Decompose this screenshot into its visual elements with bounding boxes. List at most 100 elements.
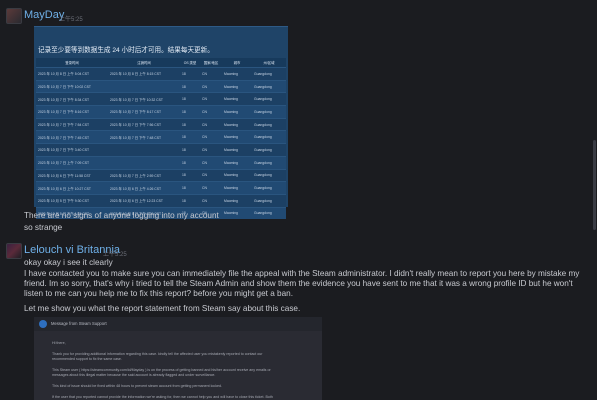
table-cell: 2023 年 10 月 6 日 上午 4:26 CST <box>108 181 180 195</box>
steam-support-screenshot[interactable]: Message from Steam Support Hi there, Tha… <box>34 317 322 400</box>
table-cell: 18 <box>180 79 200 93</box>
steam-logo-icon <box>39 320 47 328</box>
table-row: 2023 年 10 月 6 日 下午 11:58 CST 2023 年 10 月 … <box>36 168 286 182</box>
table-cell: 2023 年 10 月 7 日 下午 3:40 CST <box>36 143 108 157</box>
table-cell: CN <box>200 92 222 106</box>
table-cell: Maoming <box>222 206 252 220</box>
table-cell: CN <box>200 168 222 182</box>
table-cell: Maoming <box>222 117 252 131</box>
table-header-cell: 州/区域 <box>252 58 286 68</box>
table-cell: 18 <box>180 168 200 182</box>
message-line: There are no signs of anyone logging int… <box>24 211 219 220</box>
table-cell: 2023 年 10 月 7 日 下午 8:17 CST <box>108 105 180 119</box>
avatar[interactable] <box>6 243 22 259</box>
avatar[interactable] <box>6 8 22 24</box>
table-cell: Guangdong <box>252 79 286 93</box>
table-cell: 2023 年 10 月 5 日 下午 9:30 CST <box>36 193 108 208</box>
table-header-cell: OS 类型 <box>180 58 200 68</box>
message-line: Let me show you what the report statemen… <box>24 304 301 313</box>
screenshot-header: Message from Steam Support <box>34 317 322 331</box>
table-row: 2023 年 10 月 7 日 下午 8:34 CST 2023 年 10 月 7… <box>36 92 286 106</box>
table-cell <box>108 143 180 157</box>
table-header-cell: 登录时间 <box>36 58 108 68</box>
table-cell: 18 <box>180 92 200 106</box>
table-cell: 2023 年 10 月 7 日 下午 7:56 CST <box>108 117 180 131</box>
table-cell: 2023 年 10 月 8 日 上午 5:04 CST <box>36 67 108 81</box>
table-cell: 18 <box>180 193 200 208</box>
table-cell: 2023 年 10 月 7 日 上午 7:09 CST <box>36 155 108 169</box>
timestamp: 上午5:25 <box>59 17 83 23</box>
table-cell: Guangdong <box>252 92 286 106</box>
screenshot-text-line: If the user that you reported cannot pro… <box>52 395 273 399</box>
table-header-cell: 国家/地区 <box>200 58 222 68</box>
table-row: 2023 年 10 月 5 日 下午 9:30 CST 2023 年 10 月 6… <box>36 193 286 208</box>
table-cell: 2023 年 10 月 6 日 上午 12:23 CST <box>108 193 180 208</box>
table-cell: CN <box>200 193 222 208</box>
table-cell: 18 <box>180 155 200 169</box>
table-cell: Guangdong <box>252 105 286 119</box>
table-cell: 18 <box>180 181 200 195</box>
table-cell: CN <box>200 67 222 81</box>
table-cell: Maoming <box>222 130 252 144</box>
table-cell: 18 <box>180 67 200 81</box>
table-cell: 18 <box>180 117 200 131</box>
table-cell: 2023 年 10 月 7 日 上午 2:59 CST <box>108 168 180 182</box>
screenshot-text-line: This Steam user ( https://steamcommunity… <box>52 368 271 372</box>
table-cell: 18 <box>180 130 200 144</box>
table-cell: 18 <box>180 105 200 119</box>
table-cell: Maoming <box>222 67 252 81</box>
screenshot-text-line: Thank you for providing additional infor… <box>52 352 263 356</box>
table-cell: Guangdong <box>252 67 286 81</box>
table-row: 2023 年 10 月 7 日 下午 7:54 CST 2023 年 10 月 7… <box>36 117 286 131</box>
screenshot-text-line: This kind of issue should be fixed withi… <box>52 384 222 388</box>
table-cell: Maoming <box>222 143 252 157</box>
table-row: 2023 年 10 月 8 日 上午 5:04 CST 2023 年 10 月 8… <box>36 67 286 81</box>
table-cell: Guangdong <box>252 143 286 157</box>
message-line: I have contacted you to make sure you ca… <box>24 269 580 298</box>
message-line: okay okay i see it clearly <box>24 258 113 267</box>
table-cell: Maoming <box>222 181 252 195</box>
table-header-cell: 注销时间 <box>108 58 180 68</box>
table-row: 2023 年 10 月 7 日 下午 7:45 CST 2023 年 10 月 7… <box>36 130 286 144</box>
login-history-screenshot[interactable]: 记录至少要等到数据生成 24 小时后才可用。结果每天更新。 登录时间 注销时间 OS… <box>34 26 288 220</box>
table-cell: Maoming <box>222 155 252 169</box>
table-cell: CN <box>200 105 222 119</box>
table-cell: Guangdong <box>252 206 286 220</box>
table-cell: Guangdong <box>252 193 286 208</box>
screenshot-text-line: recommended support to fix the same case… <box>52 357 122 361</box>
table-cell: CN <box>200 181 222 195</box>
table-row: 2023 年 10 月 7 日 上午 7:09 CST 18 CN Maoming Gu… <box>36 155 286 169</box>
table-cell: 2023 年 10 月 7 日 下午 10:32 CST <box>108 92 180 106</box>
table-cell: Guangdong <box>252 130 286 144</box>
table-row: 2023 年 10 月 7 日 下午 3:40 CST 18 CN Maoming Gu… <box>36 143 286 157</box>
table-cell: Maoming <box>222 92 252 106</box>
table-cell: Maoming <box>222 168 252 182</box>
screenshot-text-line: Hi there, <box>52 341 66 345</box>
table-cell: Maoming <box>222 193 252 208</box>
table-cell: 2023 年 10 月 8 日 上午 8:15 CST <box>108 67 180 81</box>
table-cell <box>108 155 180 169</box>
table-cell: 2023 年 10 月 7 日 下午 8:16 CST <box>36 105 108 119</box>
table-cell: Guangdong <box>252 168 286 182</box>
screenshot-text-line: messages about this illegal matter becau… <box>52 373 216 377</box>
scrollbar[interactable] <box>593 140 596 230</box>
table-cell: Guangdong <box>252 117 286 131</box>
table-cell: 2023 年 10 月 6 日 上午 10:27 CST <box>36 181 108 195</box>
table-cell: CN <box>200 143 222 157</box>
table-cell: 2023 年 10 月 7 日 下午 8:34 CST <box>36 92 108 106</box>
timestamp: 上午5:25 <box>103 252 127 258</box>
screenshot-title: 记录至少要等到数据生成 24 小时后才可用。结果每天更新。 <box>38 47 214 54</box>
table-row: 2023 年 10 月 7 日 下午 10:02 CST 18 CN Maoming G… <box>36 79 286 93</box>
message-line: so strange <box>24 223 63 232</box>
table-header-cell: 城市 <box>222 58 252 68</box>
table-cell: Maoming <box>222 79 252 93</box>
screenshot-title: Message from Steam Support <box>51 321 107 326</box>
table-cell: Maoming <box>222 105 252 119</box>
table-cell: 2023 年 10 月 7 日 下午 7:48 CST <box>108 130 180 144</box>
table-cell: CN <box>200 117 222 131</box>
table-cell: 18 <box>180 143 200 157</box>
table-cell: 2023 年 10 月 7 日 下午 10:02 CST <box>36 79 108 93</box>
table-row: 2023 年 10 月 7 日 下午 8:16 CST 2023 年 10 月 7… <box>36 105 286 119</box>
table-cell: Guangdong <box>252 181 286 195</box>
table-cell: CN <box>200 130 222 144</box>
